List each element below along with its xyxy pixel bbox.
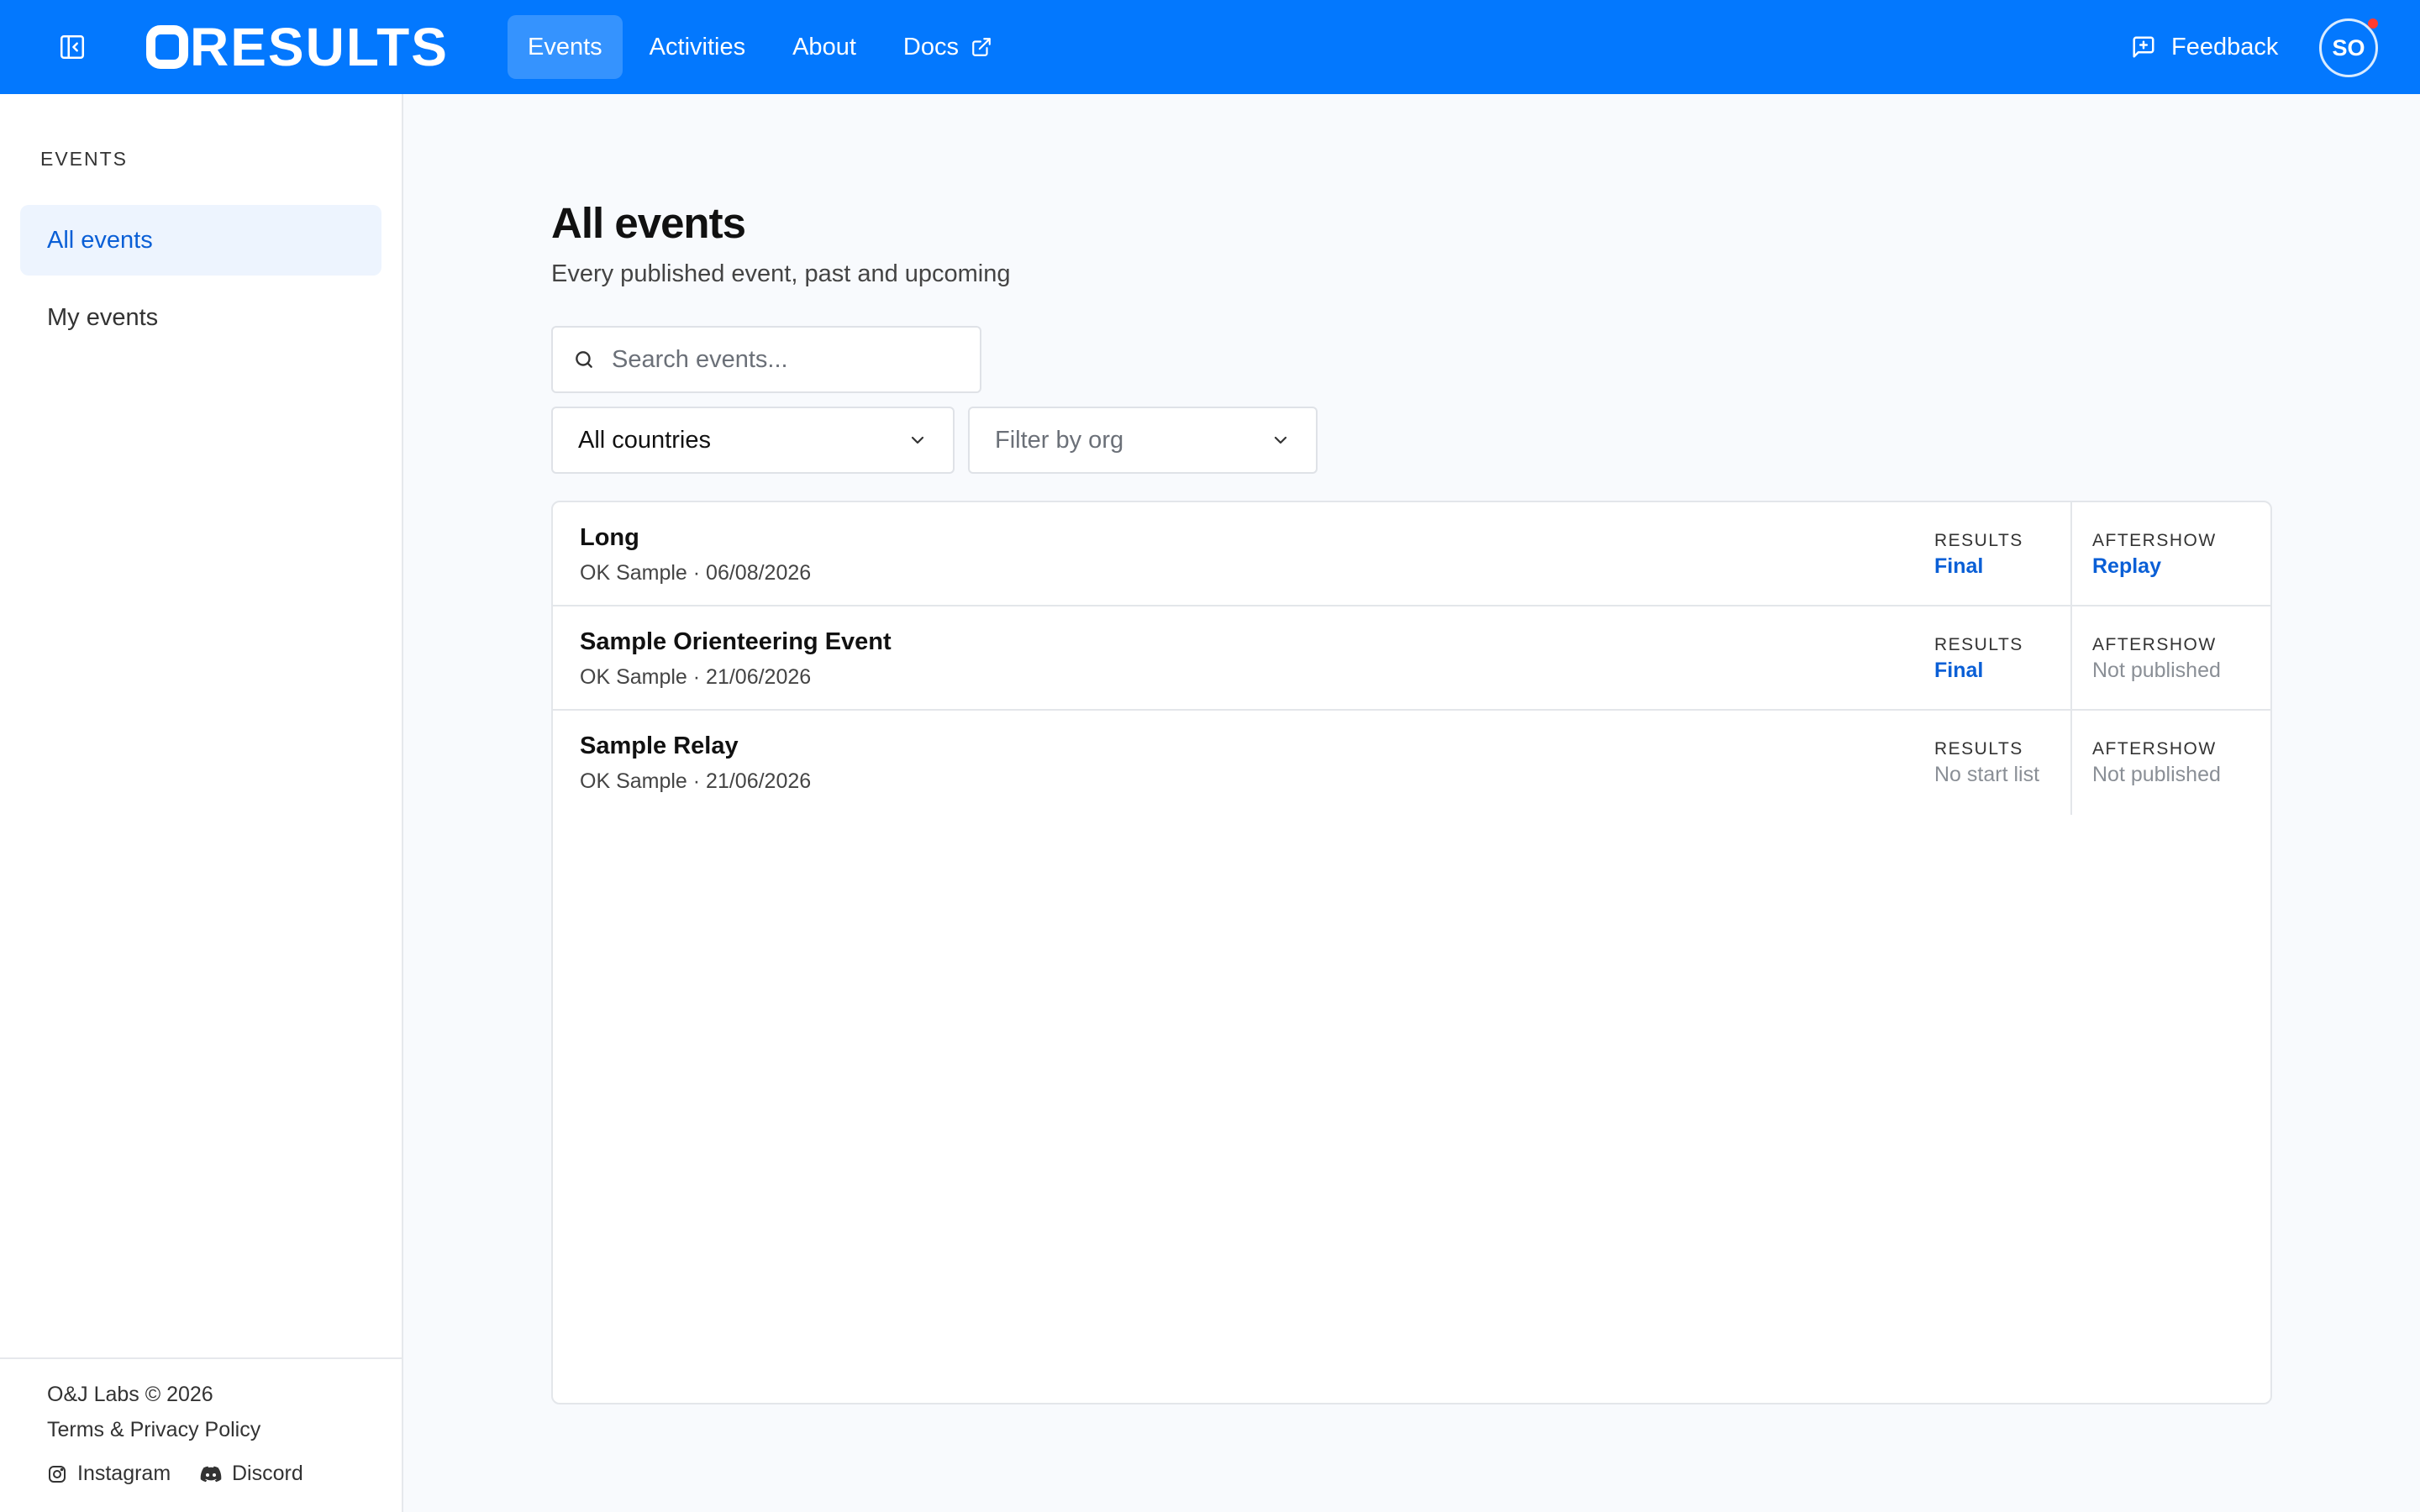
page-subtitle: Every published event, past and upcoming <box>551 260 1011 287</box>
aftershow-status: Not published <box>2092 763 2221 786</box>
event-row[interactable]: Sample Relay OK Sample · 21/06/2026 RESU… <box>553 711 2270 815</box>
event-meta: OK Sample · 06/08/2026 <box>580 561 812 585</box>
results-link[interactable]: Final <box>1934 554 1983 579</box>
nav-docs[interactable]: Docs <box>883 15 1013 79</box>
aftershow-link[interactable]: Replay <box>2092 554 2161 579</box>
notification-dot <box>2368 18 2378 29</box>
chevron-down-icon <box>1274 436 1287 444</box>
search-input[interactable] <box>612 345 965 374</box>
events-list: Long OK Sample · 06/08/2026 RESULTS Fina… <box>551 501 2272 1404</box>
event-name[interactable]: Sample Relay <box>580 732 739 760</box>
search-box[interactable] <box>551 326 981 393</box>
event-meta: OK Sample · 21/06/2026 <box>580 769 812 793</box>
aftershow-column: AFTERSHOW Not published <box>2070 711 2270 815</box>
feedback-button[interactable]: Feedback <box>2131 29 2278 66</box>
aftershow-label: AFTERSHOW <box>2092 635 2217 654</box>
event-row[interactable]: Sample Orienteering Event OK Sample · 21… <box>553 606 2270 711</box>
sidebar-heading: EVENTS <box>40 148 129 170</box>
instagram-label: Instagram <box>77 1462 171 1485</box>
main-nav: Events Activities About Docs <box>508 15 1019 79</box>
sidebar-footer: O&J Labs © 2026 Terms & Privacy Policy I… <box>0 1357 402 1512</box>
sidebar: EVENTS All events My events O&J Labs © 2… <box>0 94 403 1512</box>
aftershow-label: AFTERSHOW <box>2092 739 2217 759</box>
results-column: RESULTS Final <box>1907 606 2092 711</box>
results-label: RESULTS <box>1934 739 2023 759</box>
feedback-icon <box>2133 36 2154 58</box>
feedback-label: Feedback <box>2171 33 2279 60</box>
sidebar-toggle-icon[interactable] <box>57 32 87 62</box>
results-status: No start list <box>1934 763 2040 786</box>
country-select[interactable]: All countries <box>551 407 955 474</box>
nav-activities-label: Activities <box>649 33 746 60</box>
event-meta: OK Sample · 21/06/2026 <box>580 665 812 689</box>
avatar-initials: SO <box>2332 34 2365 60</box>
discord-link[interactable]: Discord <box>200 1462 303 1486</box>
event-name[interactable]: Long <box>580 524 639 552</box>
nav-docs-label: Docs <box>902 33 959 60</box>
results-label: RESULTS <box>1934 635 2023 654</box>
nav-events-label: Events <box>528 33 602 60</box>
nav-about-label: About <box>792 33 856 60</box>
aftershow-column: AFTERSHOW Replay <box>2070 502 2270 606</box>
sidebar-item-label: All events <box>47 226 153 254</box>
results-label: RESULTS <box>1934 531 2023 550</box>
top-bar: RESULTS Events Activities About Docs Fee… <box>0 0 2420 94</box>
discord-label: Discord <box>232 1462 303 1485</box>
org-select-placeholder: Filter by org <box>995 426 1124 454</box>
results-link[interactable]: Final <box>1934 659 1983 683</box>
search-icon <box>576 351 592 368</box>
sidebar-item-all-events[interactable]: All events <box>20 205 381 276</box>
aftershow-status: Not published <box>2092 659 2221 682</box>
instagram-icon <box>49 1465 66 1483</box>
app-logo[interactable]: RESULTS <box>146 18 449 76</box>
logo-text: RESULTS <box>190 17 449 77</box>
discord-icon <box>200 1466 222 1482</box>
country-select-value: All countries <box>578 426 711 454</box>
sidebar-item-my-events[interactable]: My events <box>20 282 381 353</box>
results-column: RESULTS Final <box>1907 502 2092 606</box>
nav-activities[interactable]: Activities <box>629 15 765 79</box>
terms-link[interactable]: Terms & Privacy Policy <box>47 1418 260 1442</box>
event-name[interactable]: Sample Orienteering Event <box>580 628 892 656</box>
logo-ring-icon <box>146 25 188 69</box>
instagram-link[interactable]: Instagram <box>47 1462 171 1486</box>
aftershow-column: AFTERSHOW Not published <box>2070 606 2270 711</box>
copyright-text: O&J Labs © 2026 <box>47 1383 213 1406</box>
nav-events[interactable]: Events <box>508 15 623 79</box>
event-row[interactable]: Long OK Sample · 06/08/2026 RESULTS Fina… <box>553 502 2270 606</box>
sidebar-item-label: My events <box>47 303 159 331</box>
page-title: All events <box>551 199 746 247</box>
results-column: RESULTS No start list <box>1907 711 2092 815</box>
nav-about[interactable]: About <box>772 15 876 79</box>
org-select[interactable]: Filter by org <box>968 407 1318 474</box>
external-link-icon <box>971 36 992 58</box>
chevron-down-icon <box>911 436 924 444</box>
aftershow-label: AFTERSHOW <box>2092 531 2217 550</box>
